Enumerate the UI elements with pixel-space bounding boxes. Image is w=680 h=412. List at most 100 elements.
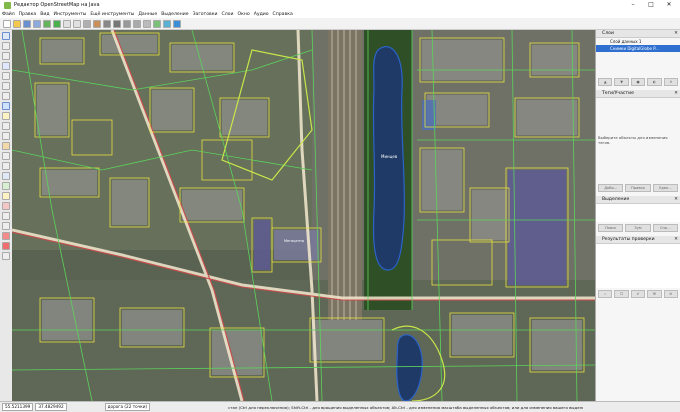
status-hint: стан (Ctrl для переключения); Shift-Ctrl… — [228, 404, 584, 410]
notes-icon[interactable] — [2, 192, 10, 200]
undo-icon[interactable] — [63, 19, 71, 28]
validation-fix-icon[interactable]: ⚒ — [647, 290, 662, 298]
new-icon[interactable] — [3, 19, 11, 28]
history-button[interactable]: Спр... — [652, 224, 678, 232]
location-icon[interactable] — [2, 232, 10, 240]
visibility-icon[interactable]: ◐ — [647, 78, 662, 86]
side-panel: Слои ✕ Слой данных 1 Снимки DigitalGlobe… — [595, 30, 680, 401]
validation-buttons: ⌕ ☐ ✔ ⚒ ⊘ — [596, 288, 680, 300]
more-tools-icon[interactable] — [2, 92, 10, 100]
users-dialog-icon[interactable] — [2, 142, 10, 150]
preset-water-icon[interactable] — [173, 19, 181, 28]
relations-dialog-icon[interactable] — [2, 132, 10, 140]
expand-toolbar-icon[interactable] — [2, 252, 10, 260]
josm-app-icon — [4, 1, 11, 9]
validation-search-icon[interactable]: ⌕ — [598, 290, 613, 298]
preset-building-icon[interactable] — [93, 19, 101, 28]
maximize-button[interactable]: □ — [644, 0, 658, 10]
save-as-icon[interactable] — [33, 19, 41, 28]
lat-readout: 55.5211399 — [2, 403, 34, 411]
improve-way-icon[interactable] — [2, 72, 10, 80]
selection-dialog-icon[interactable] — [2, 122, 10, 130]
validation-panel-title: Результаты проверки — [602, 237, 655, 242]
preset-leisure-icon[interactable] — [153, 19, 161, 28]
selection-buttons: Поиск Зум Спр... — [596, 222, 680, 234]
menu-layers[interactable]: Слои — [222, 12, 234, 17]
menu-audio[interactable]: Аудио — [254, 12, 269, 17]
move-down-icon[interactable]: ▼ — [614, 78, 629, 86]
history-dialog-icon[interactable] — [2, 152, 10, 160]
menu-view[interactable]: Вид — [40, 12, 49, 17]
upload-icon[interactable] — [43, 19, 51, 28]
menu-more-tools[interactable]: Ещё инструменты — [90, 12, 134, 17]
tag-delete-button[interactable]: Удал... — [652, 184, 678, 192]
menu-data[interactable]: Данные — [138, 12, 157, 17]
menu-help[interactable]: Справка — [273, 12, 293, 17]
validation-check-icon[interactable]: ✔ — [630, 290, 646, 298]
close-icon[interactable]: ✕ — [674, 90, 678, 97]
minimize-button[interactable]: – — [626, 0, 640, 10]
preset-map-icon[interactable] — [163, 19, 171, 28]
conflict-icon[interactable] — [2, 202, 10, 210]
close-button[interactable]: ✕ — [662, 0, 676, 10]
layers-dialog-icon[interactable] — [2, 102, 10, 110]
changeset-icon[interactable] — [2, 212, 10, 220]
status-bar: 55.5211399 37.4829492 дорога (22 точки) … — [0, 401, 680, 412]
delete-icon[interactable]: ✕ — [663, 78, 679, 86]
activate-icon[interactable]: ● — [630, 78, 646, 86]
map-canvas[interactable]: Минцев Мегацентр — [12, 30, 595, 401]
validation-ignore-icon[interactable]: ⊘ — [663, 290, 679, 298]
menu-file[interactable]: Файл — [2, 12, 15, 17]
draw-mode-icon[interactable] — [2, 42, 10, 50]
save-icon[interactable] — [23, 19, 31, 28]
redo-icon[interactable] — [73, 19, 81, 28]
select-mode-icon[interactable] — [2, 32, 10, 40]
menu-presets[interactable]: Заготовки — [193, 12, 218, 17]
tags-dialog-icon[interactable] — [2, 112, 10, 120]
layer-imagery[interactable]: Снимки DigitalGlobe P... — [596, 45, 680, 52]
tags-panel-title: Теги/Участие — [602, 91, 634, 96]
search-button[interactable]: Поиск — [598, 224, 624, 232]
lon-readout: 37.4829492 — [35, 403, 67, 411]
menu-bar: Файл Правка Вид Инструменты Ещё инструме… — [0, 10, 680, 18]
validation-select-icon[interactable]: ☐ — [614, 290, 629, 298]
main-toolbar — [0, 18, 680, 30]
zoom-mode-icon[interactable] — [2, 62, 10, 70]
menu-window[interactable]: Окно — [237, 12, 249, 17]
window-title: Редактор OpenStreetMap на Java — [14, 2, 100, 8]
tags-buttons: Доба... Правка Удал... — [596, 182, 680, 194]
preset-food-icon[interactable] — [133, 19, 141, 28]
selection-panel-header: Выделение ✕ — [596, 196, 680, 204]
preset-shop-icon[interactable] — [143, 19, 151, 28]
close-icon[interactable]: ✕ — [674, 30, 678, 37]
close-icon[interactable]: ✕ — [674, 196, 678, 203]
tags-panel-header: Теги/Участие ✕ — [596, 90, 680, 98]
menu-edit[interactable]: Правка — [19, 12, 36, 17]
menu-selection[interactable]: Выделение — [161, 12, 188, 17]
minimap-icon[interactable] — [2, 222, 10, 230]
selection-list[interactable] — [596, 204, 680, 222]
open-icon[interactable] — [13, 19, 21, 28]
menu-tools[interactable]: Инструменты — [54, 12, 87, 17]
preset-bed-icon[interactable] — [123, 19, 131, 28]
map-view[interactable]: Минцев Мегацентр — [12, 30, 595, 401]
preset-car-icon[interactable] — [103, 19, 111, 28]
delete-mode-icon[interactable] — [2, 52, 10, 60]
filter-dialog-icon[interactable] — [2, 162, 10, 170]
zoom-button[interactable]: Зум — [625, 224, 651, 232]
preset-bus-icon[interactable] — [113, 19, 121, 28]
validation-list[interactable] — [596, 244, 680, 288]
validation-panel-header: Результаты проверки ✕ — [596, 236, 680, 244]
parallel-icon[interactable] — [2, 82, 10, 90]
close-icon[interactable]: ✕ — [674, 236, 678, 243]
move-up-icon[interactable]: ▲ — [598, 78, 613, 86]
tag-edit-button[interactable]: Правка — [625, 184, 651, 192]
download-icon[interactable] — [53, 19, 61, 28]
map-paint-icon[interactable] — [2, 172, 10, 180]
layers-panel-title: Слои — [602, 31, 614, 36]
validation-icon[interactable] — [2, 182, 10, 190]
layer-data-1[interactable]: Слой данных 1 — [596, 38, 680, 45]
preferences-icon[interactable] — [83, 19, 91, 28]
expert-icon[interactable] — [2, 242, 10, 250]
tag-add-button[interactable]: Доба... — [598, 184, 624, 192]
